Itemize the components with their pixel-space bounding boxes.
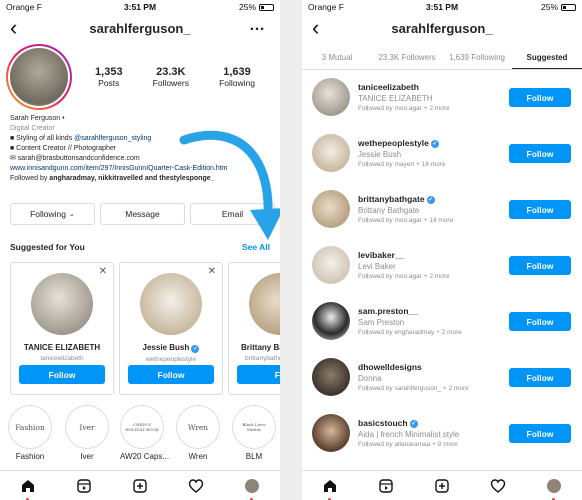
follow-button[interactable]: Follow	[128, 365, 214, 384]
bio-category: Digital Creator	[10, 125, 55, 132]
follow-button[interactable]: Follow	[509, 144, 571, 163]
follow-button[interactable]: Follow	[509, 312, 571, 331]
verified-badge-icon: ✓	[430, 139, 439, 148]
verified-badge-icon: ✓	[191, 345, 200, 353]
dismiss-icon[interactable]: ✕	[208, 266, 216, 277]
avatar[interactable]	[312, 78, 350, 116]
email-button[interactable]: Email	[190, 203, 275, 225]
profile-screen: Orange F 3:51 PM 25% ‹ sarahlferguson_ ……	[0, 0, 280, 500]
verified-badge-icon: ✓	[409, 419, 418, 428]
battery-icon	[561, 3, 576, 11]
reels-icon[interactable]	[376, 476, 396, 496]
bio-mention-link[interactable]: @sarahlferguson_styling	[74, 135, 151, 142]
page-title: sarahlferguson_	[391, 21, 493, 36]
tab-followers[interactable]: 23.3K Followers	[372, 46, 442, 69]
new-post-icon[interactable]	[130, 476, 150, 496]
avatar[interactable]	[312, 358, 350, 396]
following-button[interactable]: Following ⌄	[10, 203, 95, 225]
heart-icon[interactable]	[186, 476, 206, 496]
bottom-tab-bar	[302, 470, 582, 500]
status-bar: Orange F 3:51 PM 25%	[0, 0, 280, 14]
battery-percent: 25%	[238, 2, 256, 12]
follow-button[interactable]: Follow	[509, 256, 571, 275]
avatar[interactable]	[140, 273, 202, 335]
list-item[interactable]: brittanybathgate ✓ Brittany Bathgate Foll…	[302, 186, 582, 236]
highlight-item[interactable]: CHRIS'S HOLIDAY BOOK AW20 Caps...	[120, 405, 169, 461]
avatar[interactable]	[312, 134, 350, 172]
stat-posts[interactable]: 1,353 Posts	[95, 66, 123, 88]
highlight-item[interactable]: Black Lives Matter BLM	[232, 405, 276, 461]
battery-icon	[259, 3, 274, 11]
home-icon[interactable]	[18, 476, 38, 500]
message-button[interactable]: Message	[100, 203, 185, 225]
list-item[interactable]: sam.preston__ Sam Preston Followed by en…	[302, 298, 582, 348]
profile-username: sarahlferguson_	[89, 21, 191, 36]
tab-following[interactable]: 1,639 Following	[442, 46, 512, 69]
suggested-card[interactable]: ✕ TANICE ELIZABETH taniceelizabeth Follo…	[10, 262, 114, 395]
avatar[interactable]	[312, 190, 350, 228]
bio-website-link[interactable]: www.innisandgunn.com/item/297/InnisGunnI…	[10, 164, 275, 174]
battery-percent: 25%	[540, 2, 558, 12]
suggested-header: Suggested for You See All	[10, 242, 270, 252]
suggested-screen: Orange F 3:51 PM 25% ‹ sarahlferguson_ 3…	[302, 0, 582, 500]
list-item[interactable]: dhowelldesigns Donna Followed by sarahlf…	[302, 354, 582, 404]
bio-line: ■ Content Creator // Photographer	[10, 145, 117, 152]
avatar[interactable]	[31, 273, 93, 335]
bio-email: ✉ sarah@brasbuttonsandconfidence.com	[10, 155, 140, 162]
follow-button[interactable]: Follow	[509, 368, 571, 387]
follow-button[interactable]: Follow	[509, 88, 571, 107]
profile-tab-avatar[interactable]	[242, 476, 262, 500]
heart-icon[interactable]	[488, 476, 508, 496]
bottom-tab-bar	[0, 470, 280, 500]
profile-actions: Following ⌄ Message Email	[10, 203, 275, 225]
list-item[interactable]: taniceelizabeth TANICE ELIZABETH Followe…	[302, 74, 582, 124]
new-post-icon[interactable]	[432, 476, 452, 496]
highlight-item[interactable]: Fashion Fashion	[8, 405, 52, 461]
stat-followers[interactable]: 23.3K Followers	[153, 66, 189, 88]
dismiss-icon[interactable]: ✕	[99, 266, 107, 277]
follow-tabs: 3 Mutual 23.3K Followers 1,639 Following…	[302, 46, 582, 70]
avatar[interactable]	[312, 414, 350, 452]
profile-stats: 1,353 Posts 23.3K Followers 1,639 Following	[80, 66, 270, 88]
follow-button[interactable]: Follow	[509, 200, 571, 219]
list-item[interactable]: levibaker__ Levi Baker Followed by mon.a…	[302, 242, 582, 292]
status-bar: Orange F 3:51 PM 25%	[302, 0, 582, 14]
stat-following[interactable]: 1,639 Following	[219, 66, 255, 88]
avatar[interactable]	[249, 273, 280, 335]
follow-button[interactable]: Follow	[19, 365, 105, 384]
chevron-down-icon: ⌄	[69, 211, 75, 218]
list-item[interactable]: wethepeoplestyle ✓ Jessie Bush Followed b…	[302, 130, 582, 180]
tab-suggested[interactable]: Suggested	[512, 46, 582, 69]
page-header: ‹ sarahlferguson_	[302, 14, 582, 44]
tab-mutual[interactable]: 3 Mutual	[302, 46, 372, 69]
reels-icon[interactable]	[74, 476, 94, 496]
follow-button[interactable]: Fo	[237, 365, 280, 384]
profile-avatar[interactable]	[6, 44, 72, 110]
bio-name: Sarah Ferguson •	[10, 115, 65, 122]
avatar[interactable]	[312, 246, 350, 284]
follow-button[interactable]: Follow	[509, 424, 571, 443]
highlight-item[interactable]: Iver Iver	[65, 405, 109, 461]
more-options-icon[interactable]: …	[249, 17, 266, 35]
followed-by[interactable]: Followed by angharadmay, nikkitravelled …	[10, 174, 275, 184]
story-highlights: Fashion Fashion Iver Iver CHRIS'S HOLIDAY …	[0, 405, 280, 465]
list-item[interactable]: basicstouch ✓ Aida | french Minimalist st…	[302, 410, 582, 460]
profile-bio: Sarah Ferguson • Digital Creator ■ Styli…	[10, 114, 275, 184]
suggested-card[interactable]: ✕ Jessie Bush ✓ wethepeoplestyle Follow	[119, 262, 223, 395]
avatar[interactable]	[312, 302, 350, 340]
see-all-link[interactable]: See All	[242, 242, 270, 252]
home-icon[interactable]	[320, 476, 340, 500]
profile-header: ‹ sarahlferguson_ …	[0, 14, 280, 44]
profile-tab-avatar[interactable]	[544, 476, 564, 500]
highlight-item[interactable]: Wren Wren	[176, 405, 220, 461]
suggested-carousel[interactable]: ✕ TANICE ELIZABETH taniceelizabeth Follo…	[10, 262, 280, 395]
verified-badge-icon: ✓	[426, 195, 435, 204]
suggested-card[interactable]: Brittany Ba brittanybathga Fo	[228, 262, 280, 395]
